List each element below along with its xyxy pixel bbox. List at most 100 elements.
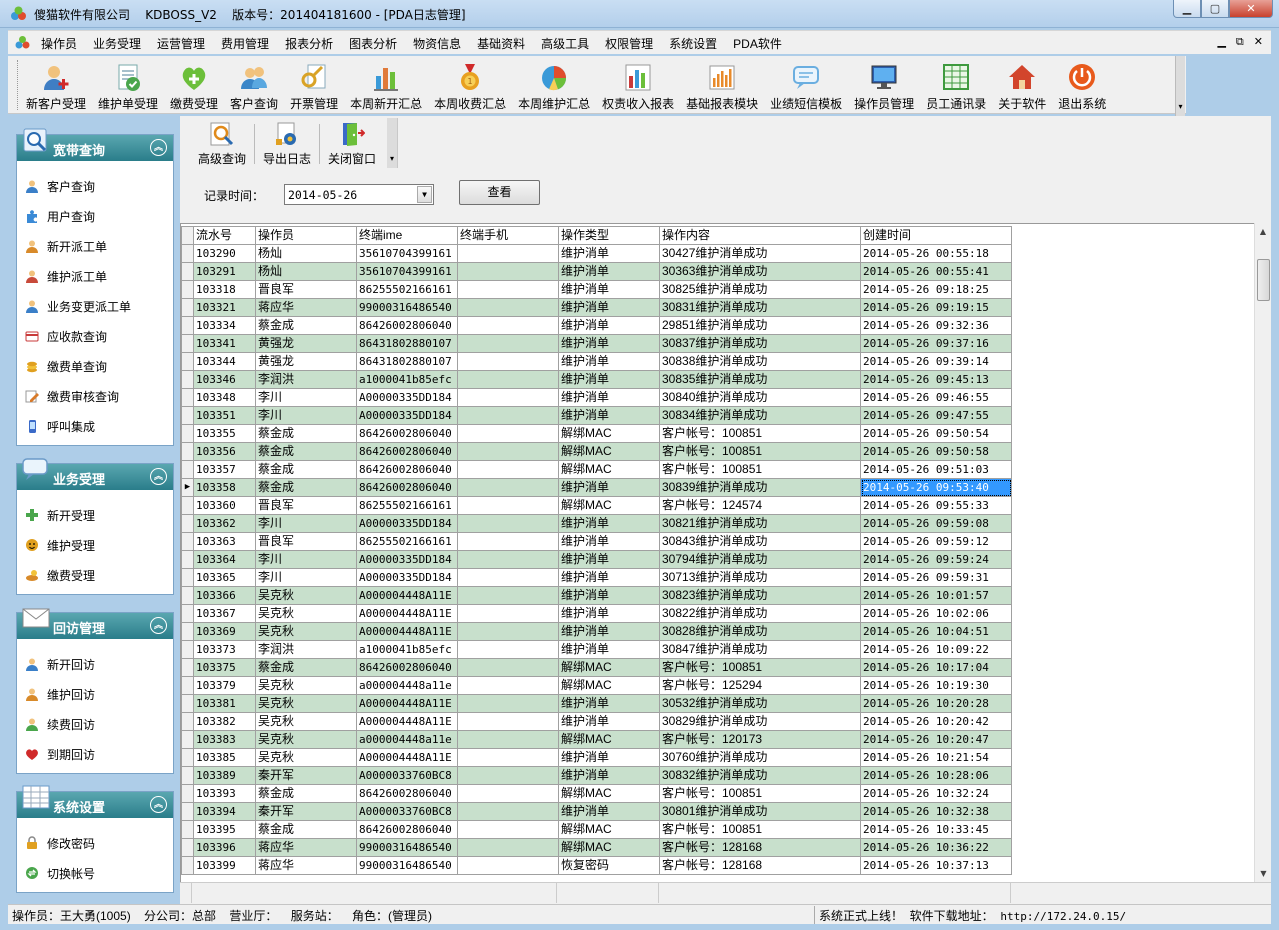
table-cell[interactable]: 维护消单 — [558, 298, 660, 317]
row-indicator[interactable] — [181, 370, 194, 389]
table-cell[interactable]: 蔡金成 — [255, 658, 357, 677]
sidebar-panel-header[interactable]: 回访管理 ︽ — [17, 608, 173, 639]
table-cell[interactable]: 维护消单 — [558, 370, 660, 389]
menu-item[interactable]: 报表分析 — [285, 35, 333, 52]
toolbar-button-8[interactable]: 本周维护汇总 — [514, 56, 594, 112]
table-cell[interactable]: 吴克秋 — [255, 622, 357, 641]
table-cell[interactable] — [457, 262, 559, 281]
table-cell[interactable]: A00000335DD184 — [356, 568, 458, 587]
table-cell[interactable]: 103373 — [193, 640, 256, 659]
table-cell[interactable]: 客户帐号：100851 — [659, 442, 861, 461]
table-cell[interactable]: 2014-05-26 10:04:51 — [860, 622, 1012, 641]
table-row[interactable]: 103366 吴克秋 A000004448A11E 维护消单 30823维护消单成功 20… — [181, 586, 1012, 605]
toolbar-overflow-chevron[interactable]: ▾ — [1175, 56, 1185, 116]
table-cell[interactable]: 30829维护消单成功 — [659, 712, 861, 731]
table-cell[interactable]: 解绑MAC — [558, 730, 660, 749]
table-cell[interactable]: 维护消单 — [558, 262, 660, 281]
sidebar-panel-header[interactable]: 宽带查询 ︽ — [17, 128, 173, 161]
table-cell[interactable]: 李川 — [255, 568, 357, 587]
table-row[interactable]: 103375 蔡金成 86426002806040 解绑MAC 客户帐号：100851 2… — [181, 658, 1012, 677]
toolbar-button-15[interactable]: 退出系统 — [1054, 56, 1110, 112]
table-cell[interactable] — [457, 388, 559, 407]
row-indicator[interactable] — [181, 424, 194, 443]
sidebar-panel-header[interactable]: 业务受理 ︽ — [17, 458, 173, 490]
table-row[interactable]: 103355 蔡金成 86426002806040 解绑MAC 客户帐号：100851 2… — [181, 424, 1012, 443]
row-indicator[interactable] — [181, 352, 194, 371]
menu-item[interactable]: 操作员 — [41, 35, 77, 52]
table-cell[interactable]: 杨灿 — [255, 262, 357, 281]
table-cell[interactable]: 103348 — [193, 388, 256, 407]
menu-item[interactable]: PDA软件 — [733, 35, 782, 52]
toolbar-button-10[interactable]: 基础报表模块 — [682, 56, 762, 112]
table-cell[interactable] — [457, 694, 559, 713]
toolbar-button-4[interactable]: 客户查询 — [226, 56, 282, 112]
table-cell[interactable]: 客户帐号：100851 — [659, 460, 861, 479]
table-cell[interactable]: A00000335DD184 — [356, 514, 458, 533]
table-row[interactable]: 103383 吴克秋 a000004448a11e 解绑MAC 客户帐号：120173 2… — [181, 730, 1012, 749]
table-cell[interactable]: 蒋应华 — [255, 298, 357, 317]
table-cell[interactable]: 103393 — [193, 784, 256, 803]
table-row[interactable]: 103394 秦开军 A0000033760BC8 维护消单 30801维护消单成功 20… — [181, 802, 1012, 821]
table-cell[interactable]: 蒋应华 — [255, 838, 357, 857]
table-cell[interactable]: 2014-05-26 09:59:12 — [860, 532, 1012, 551]
table-cell[interactable]: 103383 — [193, 730, 256, 749]
table-cell[interactable]: 吴克秋 — [255, 694, 357, 713]
menu-item[interactable]: 系统设置 — [669, 35, 717, 52]
table-cell[interactable] — [457, 532, 559, 551]
record-date-picker[interactable]: 2014-05-26 ▼ — [284, 184, 434, 205]
table-cell[interactable]: a1000041b85efc — [356, 370, 458, 389]
table-cell[interactable]: 2014-05-26 10:33:45 — [860, 820, 1012, 839]
table-cell[interactable]: 2014-05-26 09:59:31 — [860, 568, 1012, 587]
table-cell[interactable]: A000004448A11E — [356, 748, 458, 767]
table-cell[interactable]: 103360 — [193, 496, 256, 515]
table-cell[interactable]: 秦开军 — [255, 766, 357, 785]
table-cell[interactable]: 吴克秋 — [255, 586, 357, 605]
table-cell[interactable]: 30828维护消单成功 — [659, 622, 861, 641]
table-cell[interactable]: 103355 — [193, 424, 256, 443]
table-cell[interactable]: 维护消单 — [558, 568, 660, 587]
table-cell[interactable]: 103344 — [193, 352, 256, 371]
collapse-icon[interactable]: ︽ — [150, 617, 167, 634]
table-cell[interactable]: A00000335DD184 — [356, 550, 458, 569]
table-cell[interactable]: 86431802880107 — [356, 352, 458, 371]
table-cell[interactable]: 103364 — [193, 550, 256, 569]
row-indicator[interactable] — [181, 442, 194, 461]
table-cell[interactable] — [457, 820, 559, 839]
table-row[interactable]: 103344 黄强龙 86431802880107 维护消单 30838维护消单成功 20… — [181, 352, 1012, 371]
table-cell[interactable]: 103375 — [193, 658, 256, 677]
table-cell[interactable]: 维护消单 — [558, 280, 660, 299]
table-cell[interactable]: A000004448A11E — [356, 604, 458, 623]
table-cell[interactable]: 2014-05-26 09:45:13 — [860, 370, 1012, 389]
row-indicator[interactable] — [181, 514, 194, 533]
table-cell[interactable]: 秦开军 — [255, 802, 357, 821]
table-cell[interactable] — [457, 604, 559, 623]
table-cell[interactable]: 2014-05-26 09:39:14 — [860, 352, 1012, 371]
table-cell[interactable]: a000004448a11e — [356, 730, 458, 749]
table-cell[interactable]: 客户帐号：120173 — [659, 730, 861, 749]
table-cell[interactable]: 2014-05-26 09:46:55 — [860, 388, 1012, 407]
table-cell[interactable]: 2014-05-26 09:19:15 — [860, 298, 1012, 317]
sidebar-item[interactable]: 到期回访 — [25, 739, 173, 769]
table-cell[interactable]: 维护消单 — [558, 244, 660, 263]
sidebar-item[interactable]: 呼叫集成 — [25, 411, 173, 441]
menu-item[interactable]: 业务受理 — [93, 35, 141, 52]
table-cell[interactable]: 维护消单 — [558, 604, 660, 623]
table-row[interactable]: 103364 李川 A00000335DD184 维护消单 30794维护消单成功 201… — [181, 550, 1012, 569]
table-cell[interactable]: 李润洪 — [255, 370, 357, 389]
table-cell[interactable]: a000004448a11e — [356, 676, 458, 695]
table-cell[interactable]: 30794维护消单成功 — [659, 550, 861, 569]
table-cell[interactable]: 2014-05-26 10:32:24 — [860, 784, 1012, 803]
table-row[interactable]: 103346 李润洪 a1000041b85efc 维护消单 30835维护消单成功 20… — [181, 370, 1012, 389]
table-cell[interactable]: 99000316486540 — [356, 298, 458, 317]
table-cell[interactable]: 103356 — [193, 442, 256, 461]
table-cell[interactable] — [457, 298, 559, 317]
table-cell[interactable]: 2014-05-26 00:55:41 — [860, 262, 1012, 281]
table-cell[interactable]: 解绑MAC — [558, 820, 660, 839]
table-cell[interactable]: 103358 — [193, 478, 256, 497]
table-cell[interactable]: A0000033760BC8 — [356, 802, 458, 821]
table-cell[interactable]: 103334 — [193, 316, 256, 335]
table-cell[interactable]: 杨灿 — [255, 244, 357, 263]
row-indicator[interactable] — [181, 244, 194, 263]
table-cell[interactable] — [457, 334, 559, 353]
table-row[interactable]: 103351 李川 A00000335DD184 维护消单 30834维护消单成功 201… — [181, 406, 1012, 425]
